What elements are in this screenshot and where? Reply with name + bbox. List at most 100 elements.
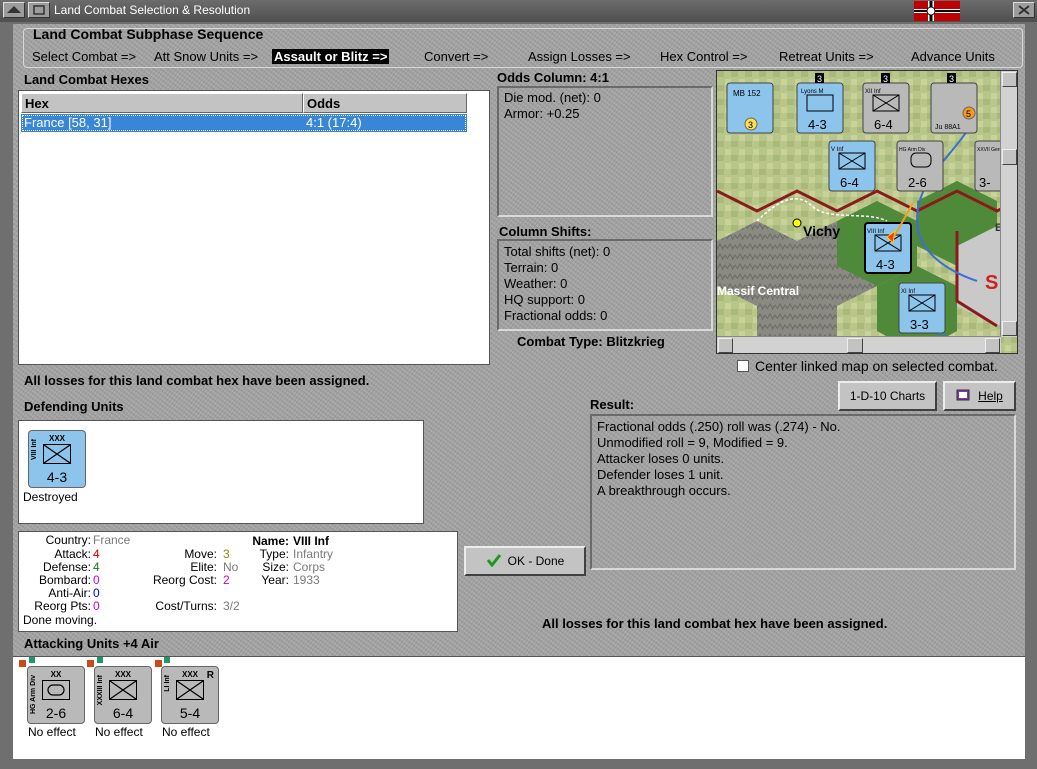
odds-header: Odds Column: 4:1 [497, 70, 609, 85]
map-counter-v-inf[interactable]: V Inf 6-4 [828, 140, 876, 192]
unit-info-panel: Country: France Attack: 4 Defense: 4 Bom… [18, 531, 458, 632]
shift-weather: Weather: 0 [504, 276, 568, 291]
unit-marker-icon [155, 660, 162, 667]
charts-button[interactable]: 1-D-10 Charts [838, 381, 937, 411]
table-row[interactable]: France [58, 31] 4:1 (17:4) [21, 114, 467, 132]
close-icon[interactable] [1013, 2, 1035, 18]
shift-hq-support: HQ support: 0 [504, 292, 585, 307]
defending-units-box: XXX VIII Inf 4-3 Destroyed [18, 420, 424, 524]
linked-map[interactable]: Vichy Massif Central S E e MB 152 3 Lyon… [716, 70, 1018, 354]
horizontal-scroll-thumb[interactable] [847, 338, 863, 353]
attacking-unit-status: No effect [28, 725, 76, 739]
shift-fractional-odds: Fractional odds: 0 [504, 308, 608, 323]
map-counter-mb152[interactable]: MB 152 3 [726, 82, 774, 134]
scroll-right-icon[interactable] [985, 338, 1000, 353]
main-panel: Land Combat Subphase Sequence Select Com… [13, 24, 1025, 759]
result-line-fractional: Fractional odds (.250) roll was (.274) -… [597, 419, 841, 434]
attacking-unit-counter[interactable]: XX HG Arm Div 2-6 [27, 666, 85, 724]
help-button[interactable]: Help [943, 381, 1016, 411]
map-counter-ju88[interactable]: 5 Ju 88A1 [930, 82, 978, 134]
combat-type: Combat Type: Blitzkrieg [517, 334, 665, 349]
unit-marker-icon [164, 657, 170, 663]
reorg-cost-label: Reorg Cost: [152, 573, 217, 587]
unit-marker-icon [19, 660, 26, 667]
shift-total: Total shifts (net): 0 [504, 244, 611, 259]
sequence-step-convert: Convert => [424, 49, 489, 64]
attacking-unit-counter[interactable]: XXX XXXIII Inf 6-4 [94, 666, 152, 724]
ok-done-label: OK - Done [507, 554, 565, 568]
unit-reserve-mark: R [206, 670, 214, 681]
counter-value: 2-6 [908, 175, 927, 190]
counter-value: 5 [966, 109, 971, 119]
cost-turns-label: Cost/Turns: [155, 599, 217, 613]
unit-strength: 2-6 [45, 705, 67, 721]
scroll-up-icon[interactable] [1002, 72, 1017, 87]
scroll-down-icon[interactable] [1002, 321, 1017, 336]
system-menu-icon[interactable] [3, 2, 25, 18]
map-horizontal-scrollbar[interactable] [717, 336, 1001, 353]
map-canvas[interactable]: Vichy Massif Central S E e MB 152 3 Lyon… [717, 71, 1017, 353]
counter-value: 3-3 [910, 317, 929, 332]
vertical-scroll-thumb[interactable] [1002, 149, 1017, 165]
year-value: 1933 [293, 573, 320, 587]
infantry-symbol-icon [109, 680, 137, 700]
country-label: Country: [45, 533, 91, 547]
counter-label: HG Arm Div [899, 147, 926, 153]
counter-label: V Inf [831, 147, 844, 153]
stack-count: 3 [949, 74, 954, 84]
reorg-value: 0 [93, 599, 100, 613]
restore-icon[interactable] [28, 2, 50, 18]
ok-done-button[interactable]: OK - Done [464, 546, 586, 576]
help-book-icon [956, 388, 972, 405]
unit-marker-icon [97, 657, 103, 663]
center-linked-checkbox[interactable] [737, 360, 749, 372]
map-vertical-scrollbar[interactable] [1000, 71, 1017, 337]
city-label-vichy: Vichy [803, 223, 840, 239]
attacking-units-box: XX HG Arm Div 2-6 No effect XXX XXXIII I… [13, 656, 1025, 759]
hexes-col-odds-label: Odds [307, 96, 341, 111]
counter-value: 4-3 [808, 117, 827, 132]
sequence-step-att-snow-units: Att Snow Units => [154, 49, 259, 64]
defending-unit-status: Destroyed [23, 490, 78, 504]
counter-label: Ju 88A1 [935, 124, 961, 131]
sequence-step-advance-units: Advance Units [911, 49, 995, 64]
edge-letter-s: S [985, 272, 998, 294]
map-counter-hg-arm[interactable]: HG Arm Div 2-6 [896, 140, 944, 192]
counter-value: 3 [748, 120, 753, 130]
cost-turns-value: 3/2 [223, 599, 240, 613]
attacking-unit-counter[interactable]: XXX R LI Inf 5-4 [161, 666, 219, 724]
map-counter-xii-inf[interactable]: XII Inf 6-4 [862, 82, 910, 134]
map-counter-lyons[interactable]: Lyons M 4-3 [796, 82, 844, 134]
help-button-label: Help [978, 389, 1003, 403]
hexes-col-hex[interactable]: Hex [21, 93, 303, 113]
german-flag-icon [914, 1, 960, 21]
hexes-col-odds[interactable]: Odds [303, 93, 467, 113]
year-label: Year: [261, 573, 289, 587]
unit-strength: 4-3 [46, 469, 68, 485]
counter-label: XI Inf [901, 289, 915, 295]
result-line-defender: Defender loses 1 unit. [597, 467, 724, 482]
odds-cell: 4:1 (17:4) [306, 115, 362, 130]
defending-unit-counter[interactable]: XXX VIII Inf 4-3 [28, 430, 86, 488]
hexes-header: Land Combat Hexes [24, 72, 149, 87]
result-line-breakthrough: A breakthrough occurs. [597, 483, 731, 498]
hexes-table: Hex Odds France [58, 31] 4:1 (17:4) [18, 90, 490, 365]
country-value: France [93, 533, 131, 547]
sequence-step-retreat-units: Retreat Units => [779, 49, 874, 64]
unit-strength: 6-4 [112, 705, 134, 721]
map-counter-viii-inf[interactable]: VIII Inf 4-3 [864, 222, 912, 274]
scroll-left-icon[interactable] [718, 338, 733, 353]
sequence-step-select-combat: Select Combat => [32, 49, 137, 64]
counter-value: 6-4 [840, 175, 859, 190]
unit-strength: 5-4 [179, 705, 201, 721]
map-counter-xi-inf[interactable]: XI Inf 3-3 [898, 282, 946, 334]
unit-name: VIII Inf [31, 439, 38, 460]
center-linked-label: Center linked map on selected combat. [755, 358, 998, 374]
counter-value: 3- [979, 175, 991, 190]
title-bar: Land Combat Selection & Resolution [0, 0, 1037, 23]
shifts-header: Column Shifts: [499, 224, 592, 239]
result-box: Fractional odds (.250) roll was (.274) -… [590, 414, 1016, 570]
sequence-step-assault-or-blitz: Assault or Blitz => [272, 49, 390, 64]
attacking-unit-status: No effect [95, 725, 143, 739]
unit-marker-icon [29, 657, 35, 663]
